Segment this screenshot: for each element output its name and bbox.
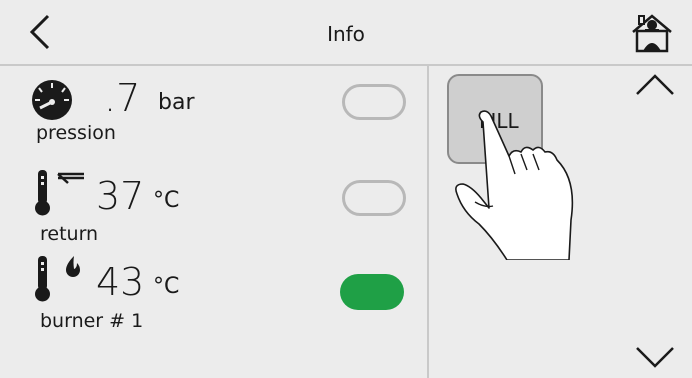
status-panel: .7 bar pression 37 °C return 43 °C burne… [0, 66, 427, 378]
pressure-gauge-icon [32, 80, 72, 120]
return-value: 37 [96, 174, 145, 218]
chevron-down-icon[interactable] [633, 344, 677, 370]
screen: Info .7 bar pression 37 °C return 43 °C … [0, 0, 692, 378]
pressure-toggle[interactable] [342, 84, 406, 120]
burner-unit: °C [153, 274, 180, 299]
pressure-value: .7 [104, 76, 141, 120]
thermometer-flame-icon [35, 256, 80, 302]
burner-value: 43 [96, 260, 145, 304]
home-user-icon[interactable] [630, 12, 674, 54]
burner-label: burner # 1 [40, 310, 144, 332]
pressure-unit: bar [158, 90, 195, 115]
header-bar: Info [0, 0, 692, 66]
return-row: 37 °C return [0, 166, 427, 254]
chevron-up-icon[interactable] [633, 72, 677, 98]
burner-row: 43 °C burner # 1 [0, 252, 427, 352]
pointing-hand-icon [455, 110, 574, 260]
thermometer-return-icon [35, 170, 84, 216]
burner-toggle[interactable] [340, 274, 404, 310]
pressure-row: .7 bar pression [0, 66, 427, 166]
return-toggle[interactable] [342, 180, 406, 216]
page-title: Info [327, 22, 365, 46]
return-unit: °C [153, 188, 180, 213]
return-label: return [40, 223, 99, 245]
pressure-label: pression [36, 122, 116, 144]
